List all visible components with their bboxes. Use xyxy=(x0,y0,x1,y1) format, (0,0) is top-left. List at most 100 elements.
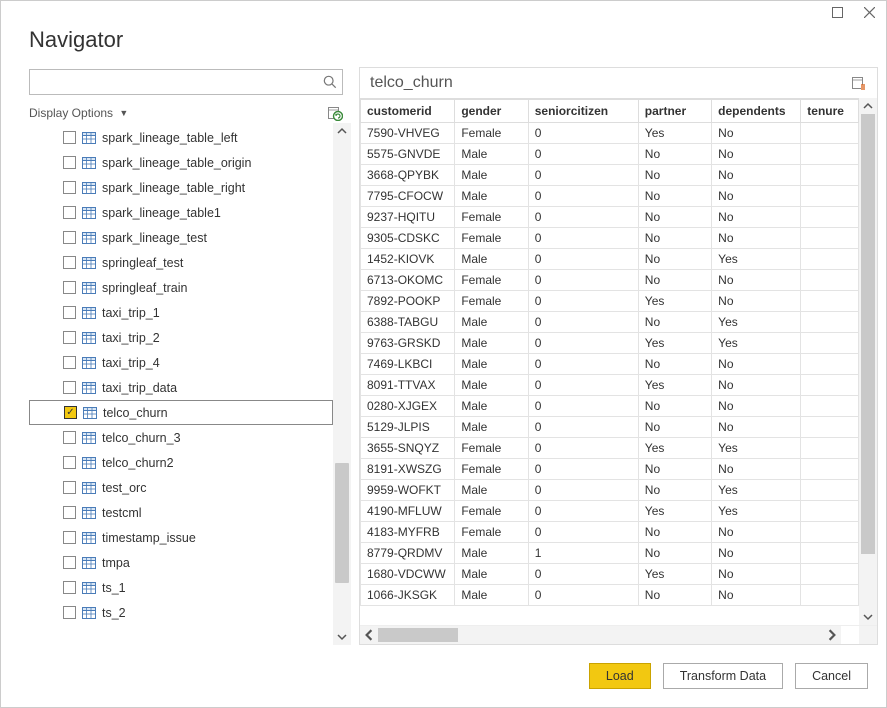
maximize-button[interactable] xyxy=(830,5,844,19)
tree-item-tmpa[interactable]: tmpa xyxy=(29,550,333,575)
tree-item-spark_lineage_table_left[interactable]: spark_lineage_table_left xyxy=(29,125,333,150)
scroll-left-icon[interactable] xyxy=(360,626,378,644)
tree-item-springleaf_train[interactable]: springleaf_train xyxy=(29,275,333,300)
tree-item-ts_1[interactable]: ts_1 xyxy=(29,575,333,600)
column-header-tenure[interactable]: tenure xyxy=(801,100,859,123)
cell xyxy=(801,585,859,606)
cell: 9959-WOFKT xyxy=(361,480,455,501)
cell: 1 xyxy=(528,543,638,564)
hscroll-thumb[interactable] xyxy=(378,628,458,642)
scroll-right-icon[interactable] xyxy=(823,626,841,644)
column-header-gender[interactable]: gender xyxy=(455,100,528,123)
table-row[interactable]: 9237-HQITUFemale0NoNo xyxy=(361,207,859,228)
right-scrollbar[interactable] xyxy=(859,98,877,625)
scroll-up-icon[interactable] xyxy=(859,98,877,114)
table-row[interactable]: 0280-XJGEXMale0NoNo xyxy=(361,396,859,417)
table-row[interactable]: 8779-QRDMVMale1NoNo xyxy=(361,543,859,564)
tree-item-ts_2[interactable]: ts_2 xyxy=(29,600,333,625)
display-options-dropdown[interactable]: Display Options ▼ xyxy=(29,106,128,120)
table-row[interactable]: 3655-SNQYZFemale0YesYes xyxy=(361,438,859,459)
column-header-dependents[interactable]: dependents xyxy=(712,100,801,123)
tree-item-telco_churn_3[interactable]: telco_churn_3 xyxy=(29,425,333,450)
checkbox[interactable] xyxy=(63,556,76,569)
table-row[interactable]: 5575-GNVDEMale0NoNo xyxy=(361,144,859,165)
cancel-button[interactable]: Cancel xyxy=(795,663,868,689)
column-header-partner[interactable]: partner xyxy=(638,100,711,123)
table-row[interactable]: 7469-LKBCIMale0NoNo xyxy=(361,354,859,375)
table-row[interactable]: 9305-CDSKCFemale0NoNo xyxy=(361,228,859,249)
checkbox[interactable] xyxy=(63,381,76,394)
table-row[interactable]: 7590-VHVEGFemale0YesNo xyxy=(361,123,859,144)
checkbox[interactable] xyxy=(63,181,76,194)
table-row[interactable]: 8191-XWSZGFemale0NoNo xyxy=(361,459,859,480)
checkbox[interactable] xyxy=(63,156,76,169)
column-header-customerid[interactable]: customerid xyxy=(361,100,455,123)
checkbox[interactable] xyxy=(63,231,76,244)
load-button[interactable]: Load xyxy=(589,663,651,689)
table-tree[interactable]: spark_lineage_table_leftspark_lineage_ta… xyxy=(29,123,333,645)
tree-item-telco_churn2[interactable]: telco_churn2 xyxy=(29,450,333,475)
search-icon[interactable] xyxy=(323,75,337,89)
tree-item-spark_lineage_table_origin[interactable]: spark_lineage_table_origin xyxy=(29,150,333,175)
table-row[interactable]: 7892-POOKPFemale0YesNo xyxy=(361,291,859,312)
refresh-icon[interactable] xyxy=(327,105,343,121)
cell: 3655-SNQYZ xyxy=(361,438,455,459)
table-row[interactable]: 4190-MFLUWFemale0YesYes xyxy=(361,501,859,522)
column-header-seniorcitizen[interactable]: seniorcitizen xyxy=(528,100,638,123)
tree-item-springleaf_test[interactable]: springleaf_test xyxy=(29,250,333,275)
table-row[interactable]: 5129-JLPISMale0NoNo xyxy=(361,417,859,438)
tree-item-test_orc[interactable]: test_orc xyxy=(29,475,333,500)
table-row[interactable]: 1066-JKSGKMale0NoNo xyxy=(361,585,859,606)
scroll-thumb[interactable] xyxy=(335,463,349,583)
checkbox[interactable] xyxy=(63,481,76,494)
cell: Male xyxy=(455,396,528,417)
scroll-up-icon[interactable] xyxy=(333,123,351,139)
table-row[interactable]: 3668-QPYBKMale0NoNo xyxy=(361,165,859,186)
tree-item-spark_lineage_test[interactable]: spark_lineage_test xyxy=(29,225,333,250)
tree-item-testcml[interactable]: testcml xyxy=(29,500,333,525)
table-row[interactable]: 9959-WOFKTMale0NoYes xyxy=(361,480,859,501)
scroll-down-icon[interactable] xyxy=(333,629,351,645)
checkbox[interactable] xyxy=(63,206,76,219)
checkbox[interactable] xyxy=(63,331,76,344)
left-scrollbar[interactable] xyxy=(333,123,351,645)
data-grid[interactable]: customeridgenderseniorcitizenpartnerdepe… xyxy=(360,98,859,625)
horiz-scrollbar[interactable] xyxy=(360,626,841,644)
tree-item-taxi_trip_data[interactable]: taxi_trip_data xyxy=(29,375,333,400)
tree-item-taxi_trip_2[interactable]: taxi_trip_2 xyxy=(29,325,333,350)
scroll-thumb[interactable] xyxy=(861,114,875,554)
table-row[interactable]: 8091-TTVAXMale0YesNo xyxy=(361,375,859,396)
tree-item-telco_churn[interactable]: ✓telco_churn xyxy=(29,400,333,425)
checkbox[interactable] xyxy=(63,431,76,444)
checkbox[interactable] xyxy=(63,356,76,369)
scroll-down-icon[interactable] xyxy=(859,609,877,625)
table-row[interactable]: 9763-GRSKDMale0YesYes xyxy=(361,333,859,354)
cell: 5575-GNVDE xyxy=(361,144,455,165)
tree-item-timestamp_issue[interactable]: timestamp_issue xyxy=(29,525,333,550)
tree-item-taxi_trip_4[interactable]: taxi_trip_4 xyxy=(29,350,333,375)
preview-action-icon[interactable] xyxy=(851,75,867,91)
table-row[interactable]: 1680-VDCWWMale0YesNo xyxy=(361,564,859,585)
checkbox[interactable] xyxy=(63,456,76,469)
table-row[interactable]: 7795-CFOCWMale0NoNo xyxy=(361,186,859,207)
checkbox[interactable] xyxy=(63,131,76,144)
checkbox[interactable] xyxy=(63,256,76,269)
table-row[interactable]: 4183-MYFRBFemale0NoNo xyxy=(361,522,859,543)
checkbox[interactable] xyxy=(63,606,76,619)
table-row[interactable]: 1452-KIOVKMale0NoYes xyxy=(361,249,859,270)
table-row[interactable]: 6713-OKOMCFemale0NoNo xyxy=(361,270,859,291)
close-button[interactable] xyxy=(862,5,876,19)
checkbox[interactable] xyxy=(63,281,76,294)
checkbox[interactable] xyxy=(63,531,76,544)
checkbox[interactable] xyxy=(63,506,76,519)
tree-item-spark_lineage_table_right[interactable]: spark_lineage_table_right xyxy=(29,175,333,200)
tree-item-spark_lineage_table1[interactable]: spark_lineage_table1 xyxy=(29,200,333,225)
checkbox[interactable] xyxy=(63,581,76,594)
checkbox[interactable] xyxy=(63,306,76,319)
search-input[interactable] xyxy=(29,69,343,95)
tree-item-taxi_trip_1[interactable]: taxi_trip_1 xyxy=(29,300,333,325)
cell: Yes xyxy=(712,249,801,270)
table-row[interactable]: 6388-TABGUMale0NoYes xyxy=(361,312,859,333)
checkbox[interactable]: ✓ xyxy=(64,406,77,419)
transform-data-button[interactable]: Transform Data xyxy=(663,663,783,689)
